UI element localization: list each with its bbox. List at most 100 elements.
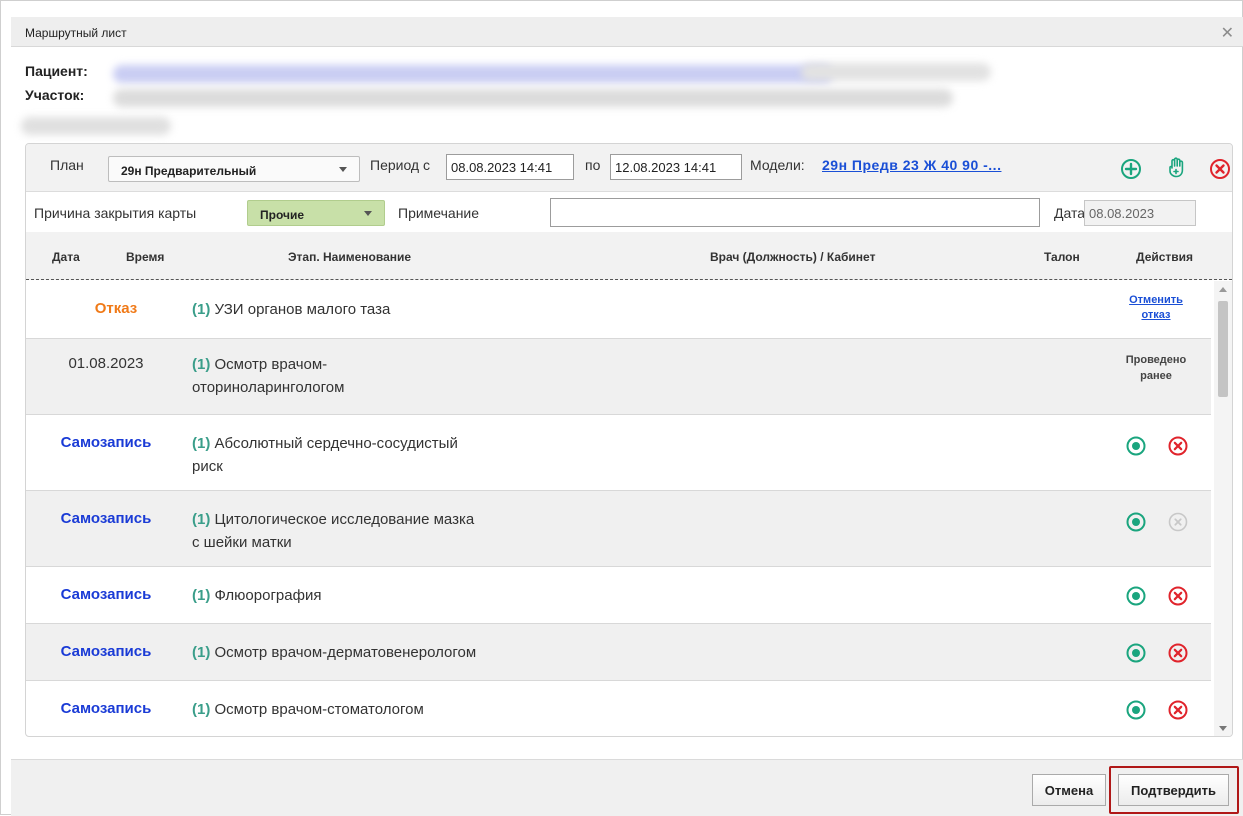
undo-refusal-link-line2[interactable]: отказ (1116, 308, 1196, 323)
cancel-circle-icon[interactable] (1167, 642, 1189, 664)
row-status[interactable]: Самозапись (36, 586, 176, 603)
row-stage: (1) Осмотр врачом-дерматовенерологом (192, 641, 592, 664)
row-stage: (1) Осмотр врачом- оториноларингологом (192, 353, 592, 399)
route-panel: План 29н Предварительный Период с 08.08.… (25, 143, 1233, 737)
extra-info-redacted (21, 117, 171, 135)
col-ticket: Талон (1044, 250, 1080, 264)
undo-refusal-link-line1[interactable]: Отменить (1116, 293, 1196, 308)
undo-refusal-link[interactable]: Отменить отказ (1116, 293, 1196, 323)
chevron-down-icon (339, 167, 347, 172)
stage-name: УЗИ органов малого таза (214, 301, 391, 318)
closure-reason-select[interactable]: Прочие (247, 200, 385, 226)
note-label: Примечание (398, 205, 480, 221)
stage-number: (1) (192, 644, 211, 661)
closure-date-input[interactable]: 08.08.2023 (1084, 200, 1196, 226)
plan-toolbar: План 29н Предварительный Период с 08.08.… (26, 144, 1232, 192)
period-from-input[interactable]: 08.08.2023 14:41 (446, 154, 574, 180)
row-status: 01.08.2023 (68, 355, 144, 372)
stage-name: Цитологическое исследование мазка (214, 511, 475, 528)
row-stage: (1) Абсолютный сердечно-сосудистый риск (192, 432, 592, 478)
row-stage: (1) Осмотр врачом-стоматологом (192, 698, 592, 721)
row-stage: (1) Цитологическое исследование мазка с … (192, 508, 592, 554)
close-icon[interactable]: ✕ (1221, 23, 1234, 43)
col-actions: Действия (1136, 250, 1194, 264)
stage-name: Абсолютный сердечно-сосудистый (214, 435, 458, 452)
note-input[interactable] (550, 198, 1040, 227)
stage-number: (1) (192, 356, 211, 373)
stage-number: (1) (192, 701, 211, 718)
scroll-up-icon[interactable] (1219, 287, 1227, 292)
row-status[interactable]: Самозапись (36, 510, 176, 527)
stage-number: (1) (192, 301, 211, 318)
table-row[interactable]: 01.08.2023 (1) Осмотр врачом- оторинолар… (26, 339, 1211, 415)
plan-select[interactable]: 29н Предварительный (108, 156, 360, 182)
cancel-button[interactable]: Отмена (1032, 774, 1106, 806)
cancel-circle-icon[interactable] (1208, 157, 1232, 181)
radio-dot-icon[interactable] (1125, 435, 1147, 457)
cancel-circle-icon[interactable] (1167, 435, 1189, 457)
stage-name: Осмотр врачом- (214, 356, 328, 373)
table-row[interactable]: Самозапись (1) Осмотр врачом-стоматолого… (26, 681, 1211, 736)
done-earlier-line2: ранее (1140, 370, 1172, 382)
cancel-circle-icon-disabled (1168, 512, 1188, 532)
table-row[interactable]: Отказ (1) УЗИ органов малого таза Отмени… (26, 281, 1211, 339)
table-header: Дата Время Этап. Наименование Врач (Долж… (26, 232, 1232, 280)
table-scrollbar[interactable] (1214, 281, 1232, 736)
patient-name-redacted (113, 65, 833, 83)
closure-reason-label: Причина закрытия карты (34, 205, 197, 221)
add-circle-icon[interactable] (1119, 157, 1143, 181)
patient-extra-redacted (801, 63, 991, 81)
plan-select-value: 29н Предварительный (121, 164, 257, 178)
stage-name-cont: оториноларингологом (192, 379, 345, 396)
row-status[interactable]: Самозапись (36, 434, 176, 451)
hand-plus-icon[interactable] (1165, 155, 1189, 179)
period-to-label: по (585, 157, 601, 173)
table-row[interactable]: Самозапись (1) Цитологическое исследован… (26, 491, 1211, 567)
table-body: Отказ (1) УЗИ органов малого таза Отмени… (26, 281, 1211, 736)
route-sheet-dialog: Маршрутный лист ✕ Пациент: Участок: План… (0, 0, 1243, 816)
district-label: Участок: (25, 87, 85, 103)
stage-number: (1) (192, 587, 211, 604)
radio-dot-icon[interactable] (1125, 699, 1147, 721)
period-from-label: Период с (370, 157, 430, 173)
closure-reason-value: Прочие (260, 208, 305, 222)
dialog-footer: Отмена Подтвердить (11, 759, 1243, 816)
models-label: Модели: (750, 157, 805, 173)
table-row[interactable]: Самозапись (1) Флюорография (26, 567, 1211, 624)
dialog-titlebar[interactable]: Маршрутный лист ✕ (11, 17, 1243, 47)
table-row[interactable]: Самозапись (1) Осмотр врачом-дерматовене… (26, 624, 1211, 681)
table-row[interactable]: Самозапись (1) Абсолютный сердечно-сосуд… (26, 415, 1211, 491)
radio-dot-icon[interactable] (1125, 585, 1147, 607)
stage-name: Осмотр врачом-стоматологом (214, 701, 424, 718)
scrollbar-thumb[interactable] (1218, 301, 1228, 397)
stage-number: (1) (192, 435, 211, 452)
col-doctor: Врач (Должность) / Кабинет (710, 250, 876, 264)
stage-name-cont: с шейки матки (192, 534, 292, 551)
stage-number: (1) (192, 511, 211, 528)
row-status[interactable]: Самозапись (36, 643, 176, 660)
models-link[interactable]: 29н Предв 23 Ж 40 90 -... (822, 157, 1001, 173)
col-time: Время (126, 250, 165, 264)
done-earlier-text: Проведено ранее (1116, 352, 1196, 384)
row-status: Отказ (94, 300, 138, 317)
closure-date-label: Дата (1054, 205, 1086, 221)
radio-dot-icon[interactable] (1125, 511, 1147, 533)
stage-name: Осмотр врачом-дерматовенерологом (214, 644, 477, 661)
closure-row: Причина закрытия карты Прочие Примечание… (26, 192, 1232, 232)
chevron-down-icon (364, 211, 372, 216)
col-date: Дата (52, 250, 80, 264)
plan-label: План (50, 157, 84, 173)
row-stage: (1) Флюорография (192, 584, 592, 607)
stage-name: Флюорография (214, 587, 322, 604)
confirm-button-highlight (1109, 766, 1239, 814)
col-stage: Этап. Наименование (288, 250, 412, 264)
radio-dot-icon[interactable] (1125, 642, 1147, 664)
cancel-circle-icon[interactable] (1167, 699, 1189, 721)
period-to-input[interactable]: 12.08.2023 14:41 (610, 154, 742, 180)
patient-label: Пациент: (25, 63, 88, 79)
scroll-down-icon[interactable] (1219, 726, 1227, 731)
cancel-circle-icon[interactable] (1167, 585, 1189, 607)
row-stage: (1) УЗИ органов малого таза (192, 298, 592, 321)
row-status[interactable]: Самозапись (36, 700, 176, 717)
district-redacted (113, 89, 953, 107)
